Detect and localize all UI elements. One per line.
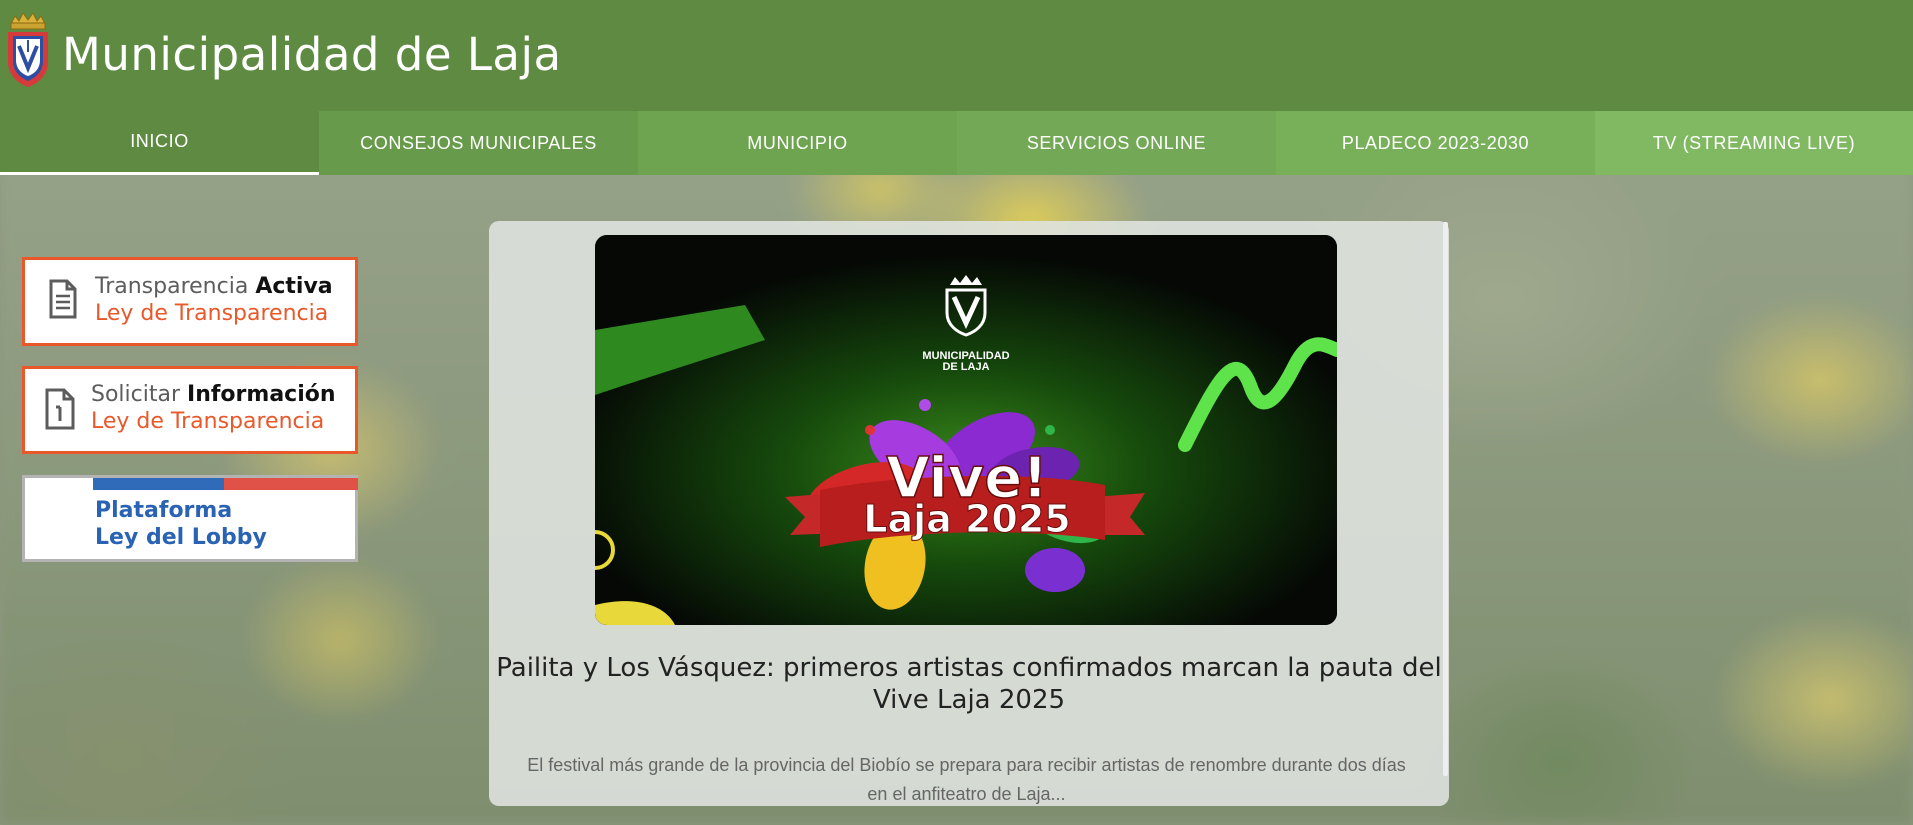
plataforma-lobby-button[interactable]: Plataforma Ley del Lobby	[22, 475, 358, 562]
solicitar-line2: Ley de Transparencia	[91, 409, 325, 434]
nav-item-tv-streaming[interactable]: TV (STREAMING LIVE)	[1595, 111, 1913, 175]
nav-item-inicio[interactable]: INICIO	[0, 111, 319, 175]
info-document-icon	[45, 388, 75, 430]
solicitar-bold-text: Información	[187, 382, 336, 407]
news-excerpt: El festival más grande de la provincia d…	[527, 755, 1406, 804]
news-title[interactable]: Pailita y Los Vásquez: primeros artistas…	[489, 652, 1449, 716]
transparencia-activa-button[interactable]: Transparencia Activa Ley de Transparenci…	[22, 257, 358, 346]
transparencia-line2: Ley de Transparencia	[95, 301, 329, 326]
coat-of-arms-logo[interactable]	[5, 10, 51, 88]
poster-banner-text-2: Laja 2025	[863, 497, 1071, 541]
lobby-line1: Plataforma	[95, 498, 233, 523]
chile-flag-stripe	[93, 478, 358, 490]
transparencia-light-text: Transparencia	[95, 274, 249, 299]
nav-item-municipio[interactable]: MUNICIPIO	[638, 111, 957, 175]
news-image[interactable]: MUNICIPALIDAD DE LAJA Vive! Laja 2025	[595, 235, 1337, 625]
main-nav: INICIO CONSEJOS MUNICIPALES MUNICIPIO SE…	[0, 111, 1913, 175]
vive-laja-poster: MUNICIPALIDAD DE LAJA Vive! Laja 2025	[595, 235, 1337, 625]
nav-item-pladeco[interactable]: PLADECO 2023-2030	[1276, 111, 1595, 175]
document-icon	[49, 279, 77, 319]
site-title[interactable]: Municipalidad de Laja	[62, 28, 562, 81]
nav-item-consejos-municipales[interactable]: CONSEJOS MUNICIPALES	[319, 111, 638, 175]
transparencia-bold-text: Activa	[255, 274, 333, 299]
transparencia-line1: Transparencia Activa	[95, 274, 333, 299]
poster-logo-text-2: DE LAJA	[942, 361, 989, 373]
solicitar-line1: Solicitar Información	[91, 382, 336, 407]
site-header: Municipalidad de Laja	[0, 0, 1913, 111]
nav-item-servicios-online[interactable]: SERVICIOS ONLINE	[957, 111, 1276, 175]
lobby-line2: Ley del Lobby	[95, 525, 267, 550]
solicitar-informacion-button[interactable]: Solicitar Información Ley de Transparenc…	[22, 366, 358, 454]
solicitar-light-text: Solicitar	[91, 382, 181, 407]
